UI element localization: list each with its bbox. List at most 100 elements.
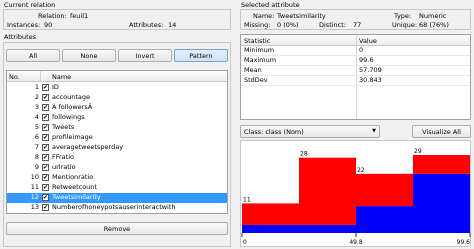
statistic-name: Maximum xyxy=(244,56,277,64)
histogram-bar-segment xyxy=(356,173,413,207)
unique-label: Unique: xyxy=(392,21,418,29)
attribute-row[interactable]: 1 ✔ ID xyxy=(7,83,227,93)
attributes-value: 14 xyxy=(168,21,177,29)
histogram-bar-segment xyxy=(299,224,356,233)
statistic-value: 57.709 xyxy=(359,66,382,74)
attribute-row[interactable]: 10 ✔ Mentionratio xyxy=(7,173,227,183)
attribute-row[interactable]: 6 ✔ profileimage xyxy=(7,133,227,143)
statistic-name: StdDev xyxy=(244,76,268,84)
attribute-row[interactable]: 11 ✔ Retweetcount xyxy=(7,183,227,193)
histogram-chart: 11 28 22 29 0 49.8 99.6 xyxy=(241,148,471,246)
attribute-name: averagetweetsperday xyxy=(52,143,124,151)
histogram-count-label: 29 xyxy=(414,148,422,155)
attribute-checkbox[interactable]: ✔ xyxy=(42,204,49,211)
select-none-button[interactable]: None xyxy=(62,49,116,62)
attribute-number: 1 xyxy=(34,83,39,91)
attribute-number: 12 xyxy=(30,193,39,201)
visualize-all-button[interactable]: Visualize All xyxy=(412,125,471,138)
attribute-row[interactable]: 4 ✔ followings xyxy=(7,113,227,123)
current-relation-title: Current relation xyxy=(4,1,56,9)
class-select[interactable]: Class: class (Nom) ▼ xyxy=(240,125,380,138)
attribute-name: Retweetcount xyxy=(52,183,97,191)
missing-value: 0 (0%) xyxy=(277,21,299,29)
remove-button[interactable]: Remove xyxy=(6,222,228,235)
histogram-bar-segment xyxy=(356,206,413,233)
attribute-row[interactable]: 5 ✔ Tweets xyxy=(7,123,227,133)
current-relation-box: Relation: feuil1 Instances: 90 Attribute… xyxy=(3,9,231,30)
attribute-row[interactable]: 8 ✔ FFratio xyxy=(7,153,227,163)
attribute-row[interactable]: 3 ✔ À followersÂ xyxy=(7,103,227,113)
attribute-checkbox[interactable]: ✔ xyxy=(42,194,49,201)
name-label: Name: xyxy=(253,12,275,20)
attribute-checkbox[interactable]: ✔ xyxy=(42,114,49,121)
header-divider xyxy=(40,71,41,81)
attribute-checkbox[interactable]: ✔ xyxy=(42,154,49,161)
relation-value: feuil1 xyxy=(70,12,89,20)
attributes-table: No. Name 1 ✔ ID 2 ✔ accountage 3 ✔ À followersÂ 4… xyxy=(6,70,228,214)
attribute-row[interactable]: 12 ✔ Tweetsimilarity xyxy=(7,193,227,203)
histogram-bar-segment xyxy=(413,155,470,174)
attribute-number: 4 xyxy=(34,113,39,121)
pattern-button[interactable]: Pattern xyxy=(174,49,228,62)
attributes-rows: 1 ✔ ID 2 ✔ accountage 3 ✔ À followersÂ 4 ✔ followin… xyxy=(7,83,227,213)
selected-attribute-title: Selected attribute xyxy=(241,1,300,9)
attribute-checkbox[interactable]: ✔ xyxy=(42,164,49,171)
selected-attribute-box: Name: Tweetsimilarity Type: Numeric Miss… xyxy=(240,9,471,30)
attribute-checkbox[interactable]: ✔ xyxy=(42,94,49,101)
class-select-value: Class: class (Nom) xyxy=(244,128,304,136)
histogram-bar-segment xyxy=(242,224,299,233)
invert-selection-button[interactable]: Invert xyxy=(118,49,172,62)
attribute-name: Numberofhoneypotsauserinteractwith xyxy=(52,203,176,211)
histogram-count-label: 28 xyxy=(300,151,308,158)
attribute-checkbox[interactable]: ✔ xyxy=(42,124,49,131)
header-value: Value xyxy=(359,37,377,45)
attributes-title: Attributes xyxy=(4,33,37,41)
statistic-value: 0 xyxy=(359,46,364,54)
attribute-checkbox[interactable]: ✔ xyxy=(42,134,49,141)
statistic-row: Mean 57.709 xyxy=(241,66,470,76)
distinct-value: 77 xyxy=(353,21,362,29)
chevron-down-icon: ▼ xyxy=(372,128,376,134)
attribute-number: 7 xyxy=(34,143,39,151)
header-name: Name xyxy=(52,73,72,81)
attribute-row[interactable]: 2 ✔ accountage xyxy=(7,93,227,103)
attribute-number: 5 xyxy=(34,123,39,131)
attribute-number: 13 xyxy=(30,203,39,211)
attribute-row[interactable]: 9 ✔ urlratio xyxy=(7,163,227,173)
x-axis-tick-label: 49.8 xyxy=(349,239,363,246)
attribute-name: FFratio xyxy=(52,153,74,161)
missing-label: Missing: xyxy=(244,21,271,29)
attribute-row[interactable]: 7 ✔ averagetweetsperday xyxy=(7,143,227,153)
attribute-number: 3 xyxy=(34,103,39,111)
statistic-value: 99.6 xyxy=(359,56,374,64)
attributes-label: Attributes: xyxy=(129,21,164,29)
header-no: No. xyxy=(9,73,20,81)
x-axis-tick-label: 0 xyxy=(243,239,247,246)
type-value: Numeric xyxy=(419,12,447,20)
attribute-checkbox[interactable]: ✔ xyxy=(42,174,49,181)
attribute-checkbox[interactable]: ✔ xyxy=(42,144,49,151)
histogram-bar-segment xyxy=(299,157,356,225)
statistic-row: StdDev 30.843 xyxy=(241,76,470,86)
statistic-row: Maximum 99.6 xyxy=(241,56,470,66)
histogram-panel: 11 28 22 29 0 49.8 99.6 xyxy=(240,140,471,247)
histogram-count-label: 22 xyxy=(357,167,365,174)
select-all-button[interactable]: All xyxy=(6,49,60,62)
histogram-bar-segment xyxy=(413,173,470,233)
attribute-name: profileimage xyxy=(52,133,93,141)
header-statistic: Statistic xyxy=(244,37,271,45)
statistics-table: Statistic Value Minimum 0 Maximum 99.6 Mean 5… xyxy=(240,34,471,120)
instances-value: 90 xyxy=(44,21,53,29)
attribute-number: 11 xyxy=(30,183,39,191)
attribute-name: À followersÂ xyxy=(52,103,93,111)
histogram-bar-segment xyxy=(242,203,299,225)
attribute-checkbox[interactable]: ✔ xyxy=(42,184,49,191)
attribute-number: 6 xyxy=(34,133,39,141)
attribute-name: urlratio xyxy=(52,163,76,171)
attribute-row[interactable]: 13 ✔ Numberofhoneypotsauserinteractwith xyxy=(7,203,227,213)
attribute-checkbox[interactable]: ✔ xyxy=(42,104,49,111)
attribute-checkbox[interactable]: ✔ xyxy=(42,84,49,91)
attribute-name: Tweets xyxy=(52,123,75,131)
attribute-number: 8 xyxy=(34,153,39,161)
attribute-name: accountage xyxy=(52,93,91,101)
